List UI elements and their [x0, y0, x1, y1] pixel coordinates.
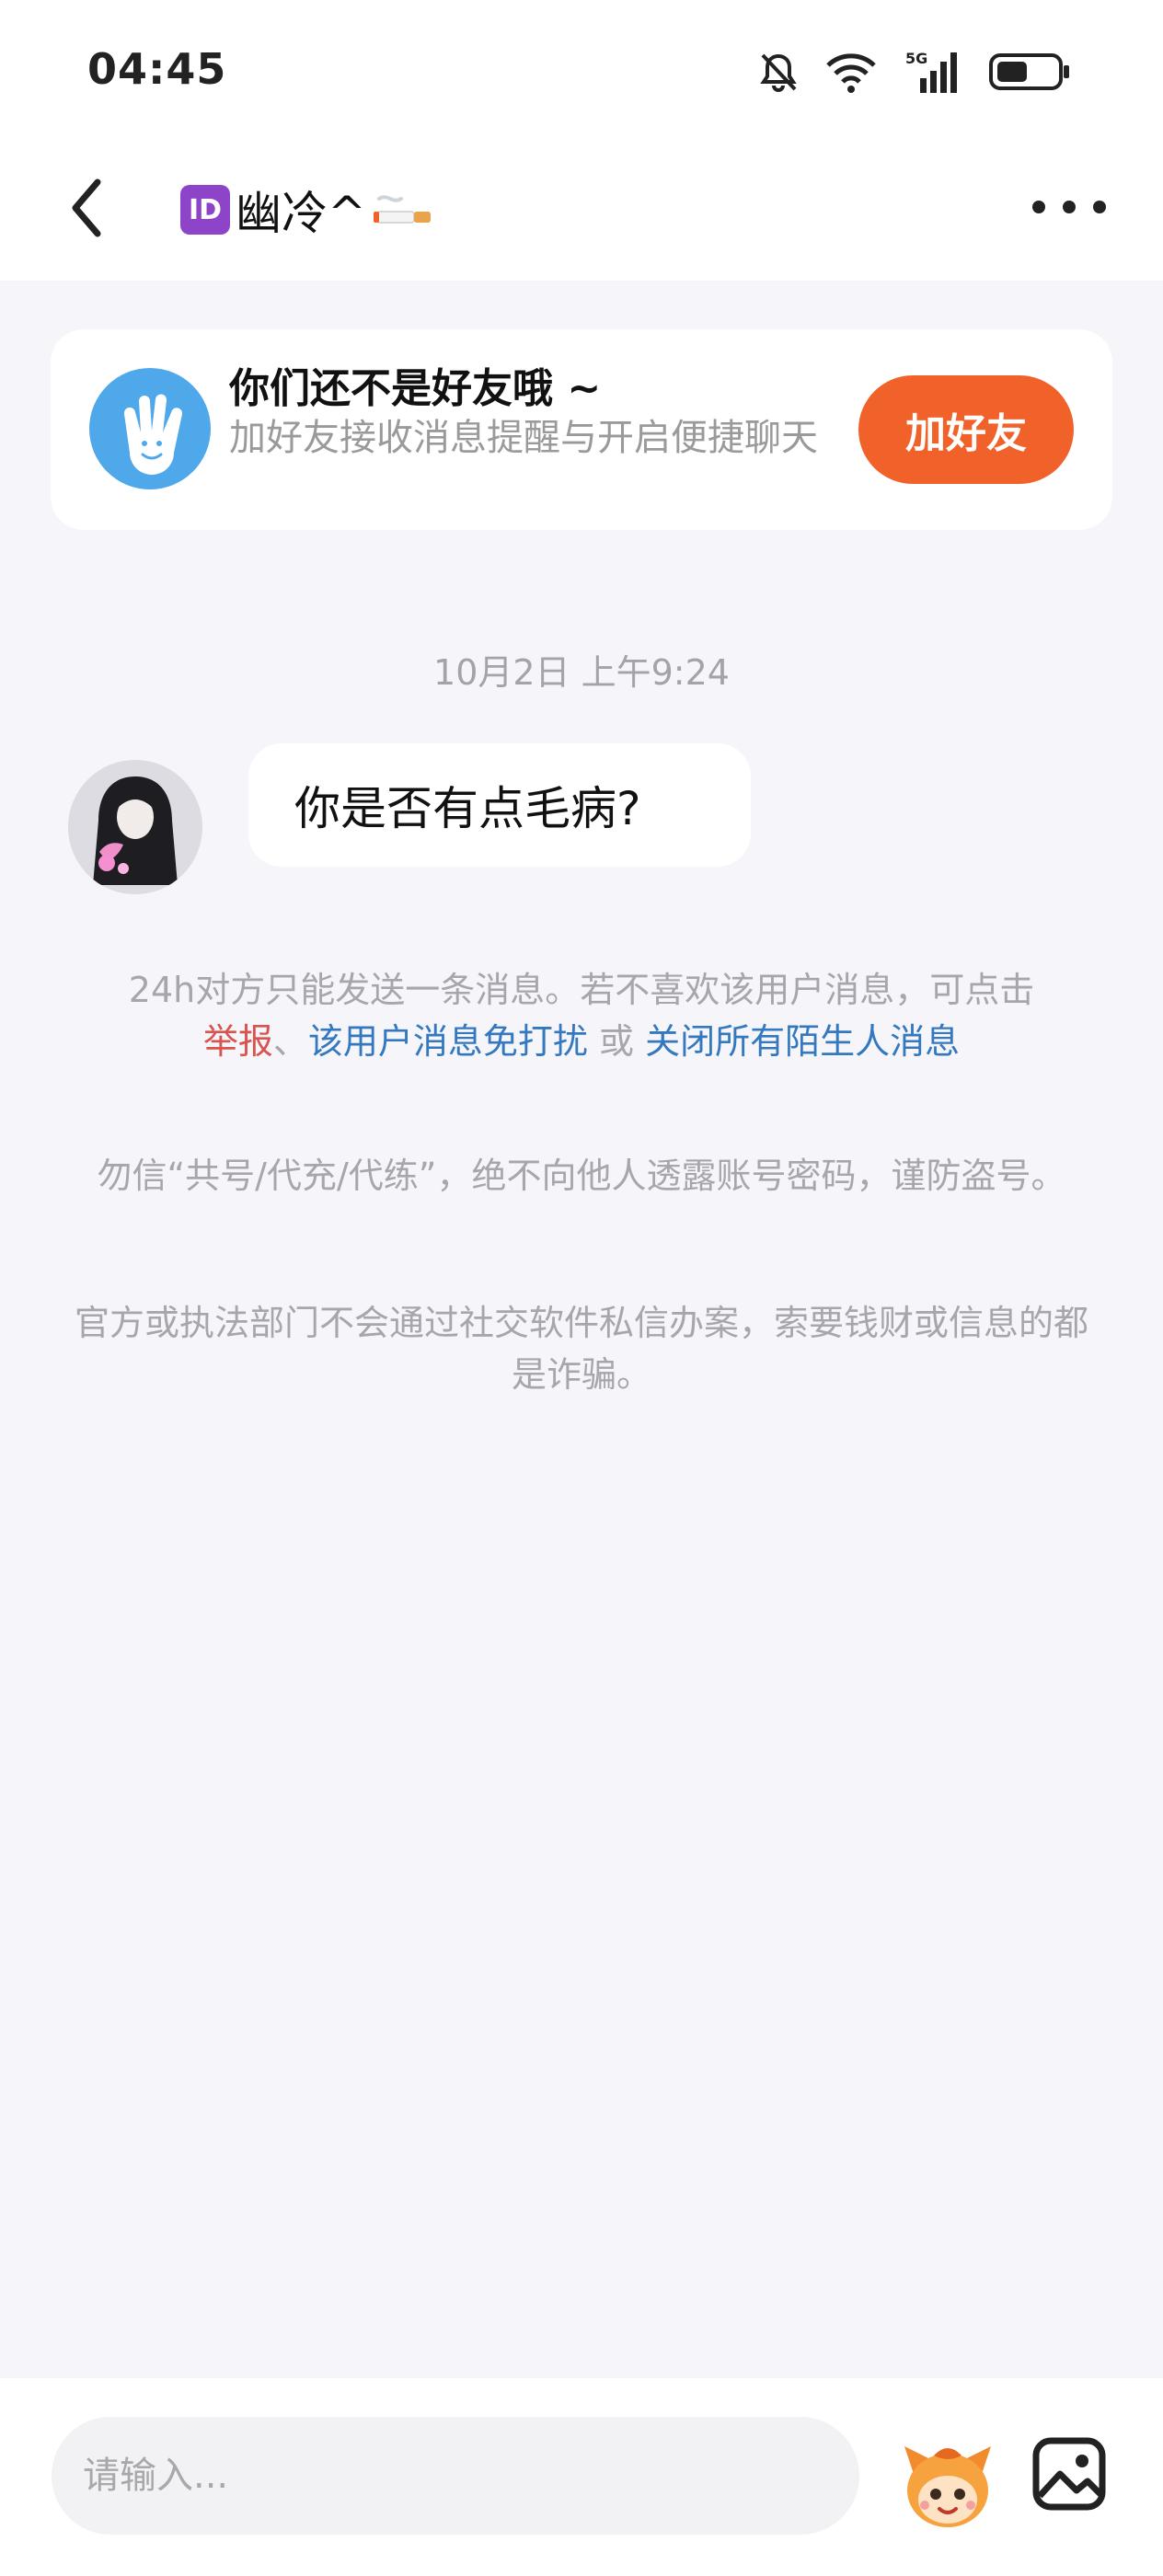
message-text: 你是否有点毛病?	[294, 782, 641, 835]
battery-icon	[989, 53, 1069, 90]
waving-hand-icon	[89, 368, 211, 489]
fraud-warning-notice: 官方或执法部门不会通过社交软件私信办案，索要钱财或信息的都是诈骗。	[74, 1303, 1088, 1395]
account-warning-notice: 勿信“共号/代充/代练”，绝不向他人透露账号密码，谨防盗号。	[97, 1156, 1066, 1196]
limit-text: 24h对方只能发送一条消息。若不喜欢该用户消息，可点击	[128, 970, 1035, 1010]
image-picker-button[interactable]	[1031, 2435, 1108, 2513]
more-dot-icon	[1093, 201, 1106, 213]
mute-bell-icon	[760, 53, 797, 92]
back-arrow-icon	[72, 178, 101, 237]
status-time: 04:45	[87, 44, 227, 94]
cellular-signal-icon: 5G	[905, 50, 957, 93]
more-dot-icon	[1063, 201, 1076, 213]
mute-user-link[interactable]: 该用户消息免打扰	[308, 1021, 588, 1062]
status-bar: 04:45 5G	[0, 0, 1163, 138]
svg-text:5G: 5G	[905, 50, 927, 67]
chat-header: ID 幽冷^	[0, 138, 1163, 281]
separator-text: 、	[272, 1021, 308, 1062]
banner-subtitle: 加好友接收消息提醒与开启便捷聊天	[229, 417, 818, 459]
image-icon	[1032, 2437, 1106, 2511]
more-options-button[interactable]	[1032, 184, 1106, 230]
status-icons: 5G	[758, 44, 1071, 99]
chat-title[interactable]: ID 幽冷^	[180, 173, 436, 247]
contact-name: 幽冷^	[236, 187, 366, 240]
emoji-mascot-button[interactable]	[897, 2433, 998, 2535]
back-button[interactable]	[63, 171, 136, 245]
wifi-icon	[826, 53, 876, 93]
message-input[interactable]	[52, 2417, 859, 2535]
or-text: 或	[587, 1021, 646, 1062]
message-bubble[interactable]: 你是否有点毛病?	[248, 743, 751, 867]
close-stranger-messages-link[interactable]: 关闭所有陌生人消息	[645, 1021, 960, 1062]
message-input-bar	[0, 2378, 1163, 2576]
id-badge-icon: ID	[180, 185, 230, 235]
message-timestamp: 10月2日 上午9:24	[433, 652, 730, 693]
add-friend-banner: 你们还不是好友哦 ~ 加好友接收消息提醒与开启便捷聊天 加好友	[51, 329, 1112, 530]
banner-title: 你们还不是好友哦 ~	[229, 365, 602, 412]
report-link[interactable]: 举报	[203, 1021, 273, 1062]
add-friend-button[interactable]: 加好友	[858, 375, 1074, 484]
more-dot-icon	[1032, 201, 1045, 213]
contact-avatar[interactable]	[68, 760, 202, 894]
message-limit-notice: 24h对方只能发送一条消息。若不喜欢该用户消息，可点击 举报、该用户消息免打扰 …	[74, 964, 1089, 1067]
cigarette-emoji-icon	[373, 195, 431, 224]
